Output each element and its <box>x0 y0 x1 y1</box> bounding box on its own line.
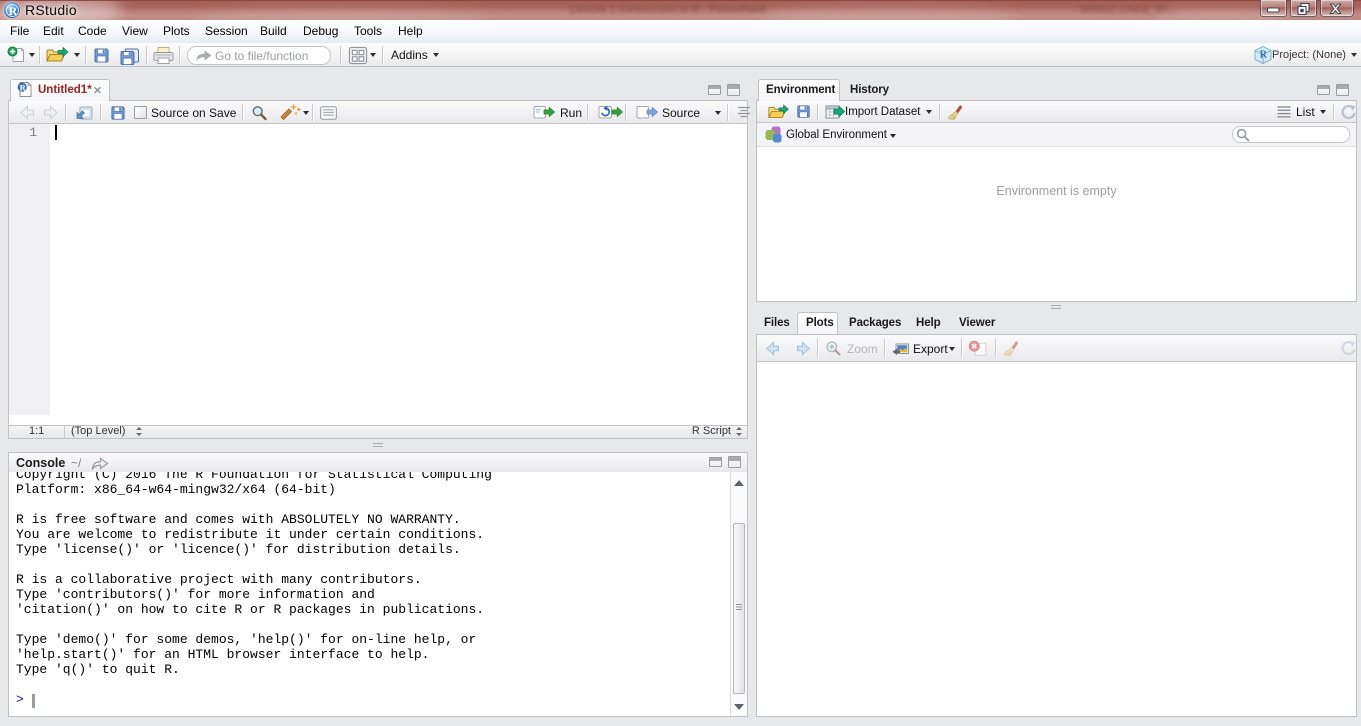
svg-text:R: R <box>1260 50 1268 61</box>
svg-text:R: R <box>20 83 27 93</box>
